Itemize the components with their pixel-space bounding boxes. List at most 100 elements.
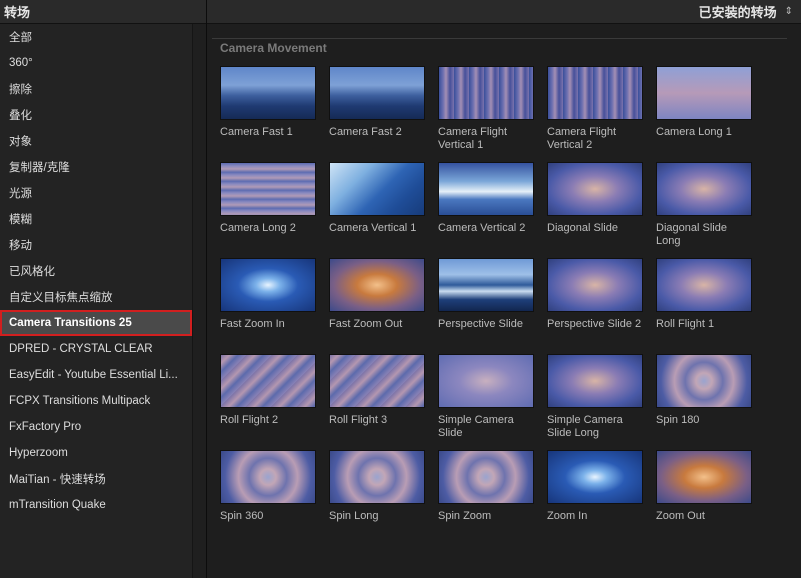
sidebar-item[interactable]: MaiTian - 快速转场 [0, 466, 192, 492]
sidebar-item[interactable]: 叠化 [0, 102, 192, 128]
transition-thumbnail[interactable] [547, 258, 643, 312]
transition-thumbnail[interactable] [438, 162, 534, 216]
transition-label: Spin 360 [220, 510, 264, 522]
transition-tile[interactable]: Spin 180 [656, 354, 752, 427]
transition-tile[interactable]: Fast Zoom In [220, 258, 316, 331]
transition-thumbnail[interactable] [329, 258, 425, 312]
transition-label: Fast Zoom Out [329, 318, 403, 330]
transition-label: Simple Camera Slide [438, 414, 514, 439]
transition-tile[interactable]: Zoom In [547, 450, 643, 523]
transition-tile[interactable]: Camera Vertical 2 [438, 162, 534, 235]
transition-tile[interactable]: Perspective Slide [438, 258, 534, 331]
transition-tile[interactable]: Camera Vertical 1 [329, 162, 425, 235]
section-title: Camera Movement [220, 41, 327, 55]
main-header: 已安装的转场 ⇕ [207, 0, 801, 24]
sidebar-item[interactable]: FxFactory Pro [0, 414, 192, 440]
transition-tile[interactable]: Camera Fast 1 [220, 66, 316, 139]
sidebar-item[interactable]: 复制器/克隆 [0, 154, 192, 180]
transition-thumbnail[interactable] [329, 66, 425, 120]
transition-label: Perspective Slide 2 [547, 318, 642, 330]
transition-thumbnail[interactable] [438, 354, 534, 408]
transition-tile[interactable]: Spin Long [329, 450, 425, 523]
transition-tile[interactable]: Perspective Slide 2 [547, 258, 643, 331]
transition-tile[interactable]: Roll Flight 3 [329, 354, 425, 427]
transition-label: Camera Flight Vertical 2 [547, 126, 617, 151]
transition-label: Roll Flight 2 [220, 414, 279, 426]
transition-tile[interactable]: Spin 360 [220, 450, 316, 523]
transition-label: Simple Camera Slide Long [547, 414, 623, 439]
sidebar-item[interactable]: 全部 [0, 24, 192, 50]
sidebar-item[interactable]: 360° [0, 50, 192, 76]
transition-tile[interactable]: Camera Fast 2 [329, 66, 425, 139]
sidebar-item[interactable]: 对象 [0, 128, 192, 154]
sidebar-item[interactable]: 自定义目标焦点缩放 [0, 284, 192, 310]
transition-label: Camera Fast 2 [329, 126, 402, 138]
transition-tile[interactable]: Spin Zoom [438, 450, 534, 523]
sidebar-item[interactable]: 移动 [0, 232, 192, 258]
transition-thumbnail[interactable] [656, 162, 752, 216]
transition-thumbnail[interactable] [547, 354, 643, 408]
sidebar-item[interactable]: 光源 [0, 180, 192, 206]
transition-thumbnail[interactable] [656, 66, 752, 120]
transition-thumbnail[interactable] [438, 450, 534, 504]
transition-thumbnail[interactable] [547, 66, 643, 120]
transition-thumbnail[interactable] [438, 258, 534, 312]
transition-label: Roll Flight 3 [329, 414, 388, 426]
transition-label: Camera Long 1 [656, 126, 732, 138]
transition-thumbnail[interactable] [656, 258, 752, 312]
transition-thumbnail[interactable] [329, 162, 425, 216]
transition-label: Zoom In [547, 510, 588, 522]
transition-thumbnail[interactable] [329, 450, 425, 504]
browser-scrollbar[interactable] [787, 24, 801, 578]
installed-transitions-filter[interactable]: 已安装的转场 [699, 2, 777, 21]
sidebar-item[interactable]: mTransition Quake [0, 492, 192, 518]
sidebar-scrollbar[interactable] [192, 24, 206, 578]
transition-thumbnail[interactable] [220, 354, 316, 408]
transition-thumbnail[interactable] [220, 66, 316, 120]
transition-tile[interactable]: Fast Zoom Out [329, 258, 425, 331]
transition-label: Perspective Slide [438, 318, 523, 330]
section-divider [212, 38, 787, 39]
transition-thumbnail[interactable] [438, 66, 534, 120]
transition-thumbnail[interactable] [547, 162, 643, 216]
transition-label: Camera Fast 1 [220, 126, 293, 138]
transition-tile[interactable]: Camera Long 2 [220, 162, 316, 235]
updown-chevron-icon[interactable]: ⇕ [785, 6, 793, 17]
transition-label: Camera Long 2 [220, 222, 296, 234]
transition-label: Fast Zoom In [220, 318, 285, 330]
sidebar-item[interactable]: Hyperzoom [0, 440, 192, 466]
transition-thumbnail[interactable] [547, 450, 643, 504]
transition-tile[interactable]: Simple Camera Slide Long [547, 354, 643, 440]
transition-tile[interactable]: Camera Long 1 [656, 66, 752, 139]
transition-thumbnail[interactable] [220, 450, 316, 504]
category-list: 全部 360° 擦除 叠化 对象 复制器/克隆 光源 模糊 移动 已风格化 自定义目标焦点缩放 Cam… [0, 24, 192, 578]
sidebar-item[interactable]: EasyEdit - Youtube Essential Li... [0, 362, 192, 388]
transition-tile[interactable]: Roll Flight 1 [656, 258, 752, 331]
transition-label: Camera Vertical 1 [329, 222, 417, 234]
transition-tile[interactable]: Diagonal Slide [547, 162, 643, 235]
transition-thumbnail[interactable] [220, 162, 316, 216]
transition-tile[interactable]: Simple Camera Slide [438, 354, 534, 440]
sidebar-item[interactable]: 已风格化 [0, 258, 192, 284]
transition-label: Spin 180 [656, 414, 700, 426]
sidebar-item[interactable]: FCPX Transitions Multipack [0, 388, 192, 414]
sidebar: 转场 全部 360° 擦除 叠化 对象 复制器/克隆 光源 模糊 移动 已风格化 自定义目标焦点缩放… [0, 0, 207, 578]
transition-tile[interactable]: Roll Flight 2 [220, 354, 316, 427]
transition-tile[interactable]: Camera Flight Vertical 1 [438, 66, 534, 152]
transition-label: Zoom Out [656, 510, 705, 522]
transition-label: Spin Long [329, 510, 379, 522]
browser-main: 已安装的转场 ⇕ Camera Movement Camera Fast 1 Ca… [207, 0, 801, 578]
sidebar-item[interactable]: 擦除 [0, 76, 192, 102]
transition-tile[interactable]: Diagonal Slide Long [656, 162, 752, 248]
sidebar-item[interactable]: 模糊 [0, 206, 192, 232]
sidebar-item[interactable]: Camera Transitions 25 [0, 310, 192, 336]
transition-label: Camera Vertical 2 [438, 222, 526, 234]
transition-label: Spin Zoom [438, 510, 492, 522]
transition-thumbnail[interactable] [220, 258, 316, 312]
transition-tile[interactable]: Zoom Out [656, 450, 752, 523]
transition-thumbnail[interactable] [656, 354, 752, 408]
transition-tile[interactable]: Camera Flight Vertical 2 [547, 66, 643, 152]
transition-thumbnail[interactable] [329, 354, 425, 408]
sidebar-item[interactable]: DPRED - CRYSTAL CLEAR [0, 336, 192, 362]
transition-thumbnail[interactable] [656, 450, 752, 504]
